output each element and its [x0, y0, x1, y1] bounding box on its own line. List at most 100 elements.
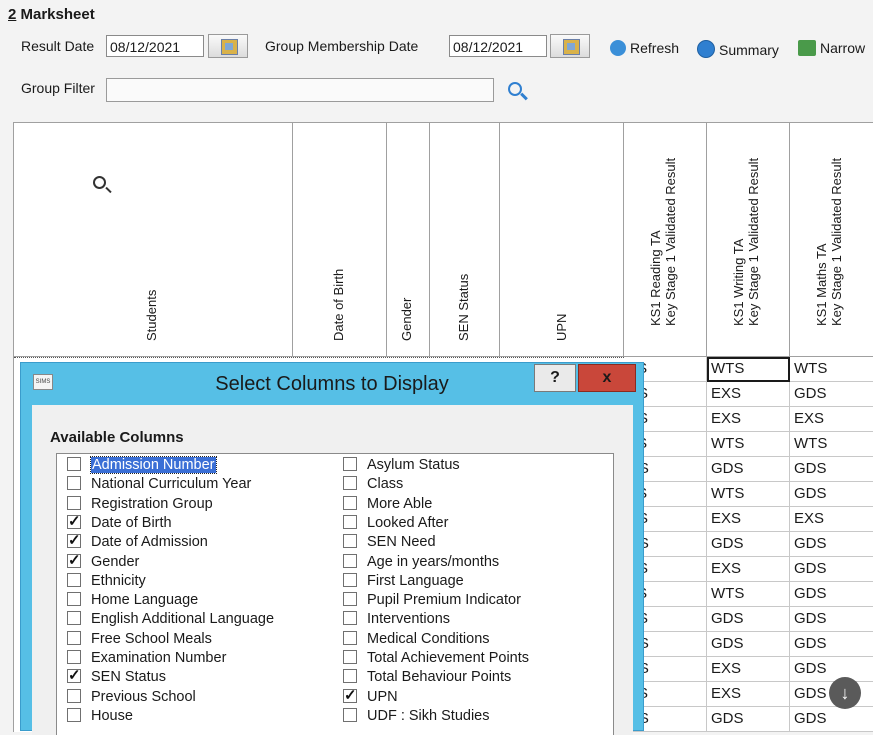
column-option[interactable]: Examination Number	[67, 649, 226, 668]
grid-cell[interactable]: EXS	[790, 507, 873, 532]
column-header-sen-status[interactable]: SEN Status	[430, 123, 500, 357]
column-option[interactable]: Asylum Status	[343, 456, 460, 475]
checkbox[interactable]	[343, 686, 357, 705]
column-option[interactable]: Home Language	[67, 591, 198, 610]
column-header-upn[interactable]: UPN	[500, 123, 624, 357]
group-membership-date-input[interactable]: 08/12/2021	[449, 35, 547, 57]
column-option[interactable]: Age in years/months	[343, 553, 499, 572]
grid-cell[interactable]: EXS	[707, 557, 790, 582]
column-option[interactable]: Gender	[67, 551, 139, 572]
refresh-button[interactable]: Refresh	[610, 40, 679, 56]
column-option[interactable]: Previous School	[67, 688, 196, 707]
grid-cell[interactable]: GDS	[790, 532, 873, 557]
column-option[interactable]: Total Behaviour Points	[343, 668, 511, 687]
checkbox[interactable]	[67, 592, 81, 607]
checkbox[interactable]	[67, 572, 81, 587]
grid-cell[interactable]: GDS	[790, 582, 873, 607]
checkbox[interactable]	[67, 512, 81, 531]
available-columns-list[interactable]: Admission Number National Curriculum Year…	[56, 453, 614, 735]
select-columns-dialog[interactable]: SIMS Select Columns to Display ? x Avail…	[20, 362, 644, 735]
grid-cell[interactable]: GDS	[790, 607, 873, 632]
checkbox[interactable]	[67, 630, 81, 645]
grid-cell[interactable]: GDS	[790, 632, 873, 657]
checkbox[interactable]	[67, 650, 81, 664]
column-option[interactable]: Medical Conditions	[343, 630, 490, 649]
grid-cell[interactable]: GDS	[707, 632, 790, 657]
checkbox[interactable]	[67, 611, 81, 626]
close-button[interactable]: x	[578, 364, 636, 392]
column-option[interactable]: Free School Meals	[67, 630, 212, 649]
column-option[interactable]: SEN Need	[343, 533, 436, 552]
grid-cell[interactable]: GDS	[790, 457, 873, 482]
grid-cell[interactable]: GDS	[790, 557, 873, 582]
column-header-ks1-maths[interactable]: KS1 Maths TA Key Stage 1 Validated Result	[790, 123, 873, 357]
checkbox[interactable]	[67, 707, 81, 722]
checkbox[interactable]	[343, 669, 357, 684]
grid-cell[interactable]: GDS	[790, 382, 873, 407]
checkbox[interactable]	[343, 572, 357, 587]
result-date-input[interactable]: 08/12/2021	[106, 35, 204, 57]
grid-cell[interactable]: GDS	[707, 457, 790, 482]
checkbox[interactable]	[343, 457, 357, 471]
group-membership-calendar-button[interactable]	[550, 34, 590, 58]
grid-cell[interactable]: WTS	[707, 482, 790, 507]
column-header-gender[interactable]: Gender	[387, 123, 430, 357]
checkbox[interactable]	[67, 551, 81, 570]
grid-cell[interactable]: GDS	[707, 607, 790, 632]
grid-cell[interactable]: WTS	[707, 357, 790, 382]
grid-cell[interactable]: WTS	[707, 432, 790, 457]
grid-cell[interactable]: EXS	[707, 682, 790, 707]
help-button[interactable]: ?	[534, 364, 576, 392]
grid-cell[interactable]: GDS	[707, 532, 790, 557]
grid-cell[interactable]: EXS	[707, 657, 790, 682]
column-option[interactable]: UDF : Sikh Studies	[343, 707, 490, 726]
checkbox[interactable]	[343, 495, 357, 510]
grid-cell[interactable]: WTS	[790, 432, 873, 457]
column-option[interactable]: Class	[343, 475, 403, 494]
column-option[interactable]: Date of Birth	[67, 512, 172, 533]
checkbox[interactable]	[343, 630, 357, 645]
grid-cell[interactable]: EXS	[707, 507, 790, 532]
column-option[interactable]: Pupil Premium Indicator	[343, 591, 521, 610]
grid-cell[interactable]: WTS	[790, 357, 873, 382]
checkbox[interactable]	[67, 666, 81, 685]
checkbox[interactable]	[343, 707, 357, 722]
column-option[interactable]: Looked After	[343, 514, 448, 533]
column-option[interactable]: SEN Status	[67, 666, 166, 687]
checkbox[interactable]	[343, 611, 357, 626]
checkbox[interactable]	[343, 514, 357, 529]
grid-cell[interactable]: EXS	[790, 407, 873, 432]
checkbox[interactable]	[343, 553, 357, 568]
grid-cell[interactable]: WTS	[707, 582, 790, 607]
checkbox[interactable]	[67, 457, 81, 471]
column-option[interactable]: English Additional Language	[67, 610, 274, 629]
grid-cell[interactable]: GDS	[790, 707, 873, 732]
grid-cell[interactable]: GDS	[790, 482, 873, 507]
checkbox[interactable]	[343, 650, 357, 664]
column-option[interactable]: More Able	[343, 495, 432, 514]
column-option[interactable]: First Language	[343, 572, 464, 591]
checkbox[interactable]	[67, 688, 81, 703]
summary-button[interactable]: Summary	[697, 40, 779, 58]
narrow-button[interactable]: Narrow	[798, 40, 865, 56]
column-header-ks1-reading[interactable]: KS1 Reading TA Key Stage 1 Validated Resu…	[624, 123, 707, 357]
checkbox[interactable]	[67, 476, 81, 491]
checkbox[interactable]	[343, 476, 357, 491]
grid-cell[interactable]: EXS	[707, 382, 790, 407]
grid-cell[interactable]: GDS	[790, 657, 873, 682]
column-option[interactable]: House	[67, 707, 133, 726]
column-header-students[interactable]: Students	[14, 123, 293, 357]
grid-cell[interactable]: EXS	[707, 407, 790, 432]
column-option[interactable]: UPN	[343, 686, 398, 707]
column-header-ks1-writing[interactable]: KS1 Writing TA Key Stage 1 Validated Resu…	[707, 123, 790, 357]
column-option[interactable]: Interventions	[343, 610, 450, 629]
column-option[interactable]: Date of Admission	[67, 531, 208, 552]
column-option[interactable]: National Curriculum Year	[67, 475, 251, 494]
checkbox[interactable]	[67, 531, 81, 550]
checkbox[interactable]	[343, 592, 357, 607]
result-date-calendar-button[interactable]	[208, 34, 248, 58]
column-header-date-of-birth[interactable]: Date of Birth	[293, 123, 387, 357]
column-option[interactable]: Admission Number	[67, 456, 217, 475]
checkbox[interactable]	[67, 495, 81, 510]
scroll-down-button[interactable]: ↓	[829, 677, 861, 709]
